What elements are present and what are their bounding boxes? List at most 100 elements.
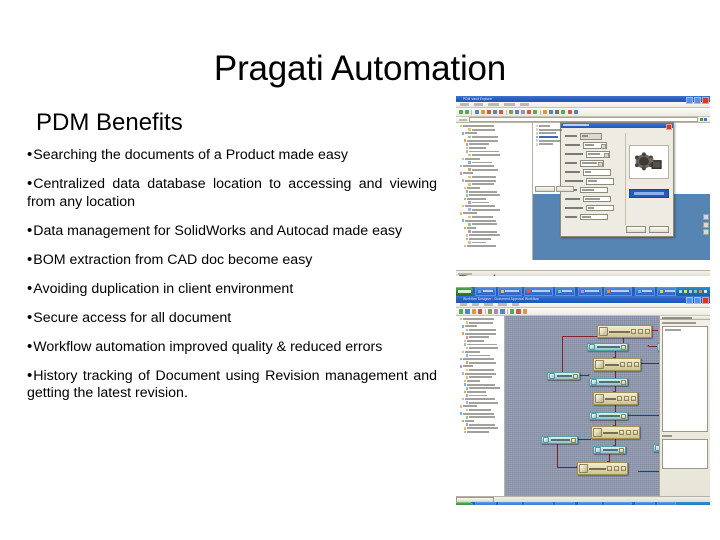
folder-tree-node[interactable] [458, 135, 532, 139]
taskbar-button[interactable] [554, 502, 576, 505]
workflow-toolbar-button-4[interactable] [478, 309, 483, 314]
cancel-button[interactable] [649, 226, 669, 233]
workflow-state-node[interactable] [596, 325, 652, 338]
toolbar-button-4[interactable] [480, 110, 485, 114]
close-icon[interactable] [702, 97, 709, 104]
workflow-transition-node[interactable] [586, 343, 628, 351]
file-list-row[interactable] [535, 124, 711, 128]
folder-tree-node[interactable] [458, 223, 532, 226]
explorer-toolbar[interactable] [456, 108, 710, 117]
field-input[interactable] [583, 169, 611, 176]
taskbar-button[interactable] [524, 287, 553, 296]
folder-tree-node[interactable] [458, 150, 532, 153]
workflow-node-button[interactable] [632, 430, 638, 435]
refresh-icon[interactable] [704, 118, 707, 121]
properties-list[interactable] [662, 326, 708, 433]
folder-tree-node[interactable] [458, 175, 532, 179]
workflow-tree-node[interactable] [458, 416, 504, 419]
workflow-transition-node[interactable] [592, 446, 626, 454]
toolbar-button-15[interactable] [555, 110, 560, 114]
folder-tree-node[interactable] [458, 124, 532, 128]
file-list-row[interactable] [535, 139, 711, 142]
toolbar-button-8[interactable] [508, 110, 513, 114]
workflow-transition-node[interactable] [656, 343, 659, 351]
folder-tree-node[interactable] [458, 139, 532, 142]
field-input[interactable] [580, 187, 608, 194]
maximize-icon[interactable] [694, 297, 701, 304]
workflow-node-button[interactable] [616, 396, 622, 401]
taskbar-button[interactable] [475, 502, 496, 505]
toolbar-button-1[interactable] [459, 110, 463, 114]
workflow-node-button[interactable] [619, 447, 624, 453]
workflow-tree-node[interactable] [458, 419, 504, 423]
dialog-buttons[interactable] [626, 226, 669, 233]
folder-tree-node[interactable] [458, 219, 532, 222]
field-input[interactable] [580, 214, 608, 221]
workflow-tree-node[interactable] [458, 346, 504, 350]
workflow-node-buttons[interactable] [618, 447, 625, 453]
menu-item-tools[interactable] [504, 103, 515, 106]
workflow-tree-node[interactable] [458, 408, 504, 412]
workflow-node-buttons[interactable] [620, 344, 627, 350]
close-icon[interactable] [702, 297, 709, 304]
taskbar-button[interactable] [604, 287, 633, 296]
start-button[interactable]: start [456, 287, 473, 296]
tray-icon[interactable] [699, 290, 702, 293]
workflow-node-buttons[interactable] [606, 466, 627, 471]
system-tray-bottom[interactable] [675, 501, 710, 505]
folder-tree-node[interactable] [458, 179, 532, 182]
file-list-row[interactable] [535, 132, 711, 135]
workflow-transition-node[interactable] [588, 412, 628, 420]
workflow-toolbar-button-2[interactable] [465, 309, 470, 314]
workflow-tree-node[interactable] [458, 361, 504, 365]
workflow-toolbar-button-1[interactable] [459, 309, 464, 314]
windows-taskbar-bottom[interactable] [456, 501, 710, 505]
ok-button[interactable] [626, 226, 646, 233]
minimize-icon[interactable] [686, 297, 693, 304]
workflow-node-button[interactable] [606, 466, 612, 471]
workflow-tree-node[interactable] [458, 368, 504, 372]
chevron-down-icon[interactable] [597, 162, 603, 167]
tab-documents[interactable] [534, 185, 555, 192]
workflow-transition-node[interactable] [546, 372, 580, 380]
folder-tree-node[interactable] [458, 204, 532, 208]
workflow-tree-node[interactable] [458, 376, 504, 379]
workflow-toolbar[interactable] [456, 308, 710, 316]
workflow-tree-node[interactable] [458, 426, 504, 430]
workflow-tree-node[interactable] [458, 397, 504, 401]
workflow-window-controls[interactable] [686, 297, 709, 304]
workflow-tree-node[interactable] [458, 390, 504, 394]
start-button[interactable] [456, 501, 473, 505]
toolbar-button-12[interactable] [533, 110, 538, 114]
file-list-row[interactable] [535, 142, 711, 146]
workflow-state-node[interactable] [592, 392, 638, 405]
workflow-node-button[interactable] [633, 362, 639, 367]
menu-item-view[interactable] [488, 103, 499, 106]
workflow-tree-node[interactable] [458, 354, 504, 357]
workflow-node-button[interactable] [621, 413, 626, 419]
toolbar-button-9[interactable] [514, 110, 519, 114]
workflow-node-buttons[interactable] [572, 373, 579, 379]
properties-detail-box[interactable] [662, 438, 708, 469]
properties-list-item[interactable] [664, 328, 681, 331]
folder-tree-node[interactable] [458, 215, 532, 219]
workflow-tree-node[interactable] [458, 386, 504, 390]
workflow-tree-node[interactable] [458, 405, 504, 408]
folder-tree-node[interactable] [458, 197, 532, 201]
workflow-node-buttons[interactable] [620, 379, 627, 385]
folder-tree-node[interactable] [458, 128, 532, 131]
workflow-tree-node[interactable] [458, 325, 504, 328]
workflow-node-buttons[interactable] [616, 396, 637, 401]
workflow-node-button[interactable] [621, 344, 626, 350]
workflow-node-button[interactable] [623, 396, 629, 401]
window-controls[interactable] [686, 97, 709, 104]
workflow-canvas[interactable] [504, 316, 659, 496]
taskbar-button[interactable] [497, 502, 523, 505]
toolbar-button-5[interactable] [486, 110, 491, 114]
field-input[interactable] [586, 178, 614, 185]
folder-tree-node[interactable] [458, 161, 532, 164]
file-list-tabs[interactable] [534, 185, 574, 192]
tray-icon[interactable] [679, 290, 682, 293]
folder-tree-node[interactable] [458, 193, 532, 197]
taskbar-button[interactable] [475, 287, 496, 296]
